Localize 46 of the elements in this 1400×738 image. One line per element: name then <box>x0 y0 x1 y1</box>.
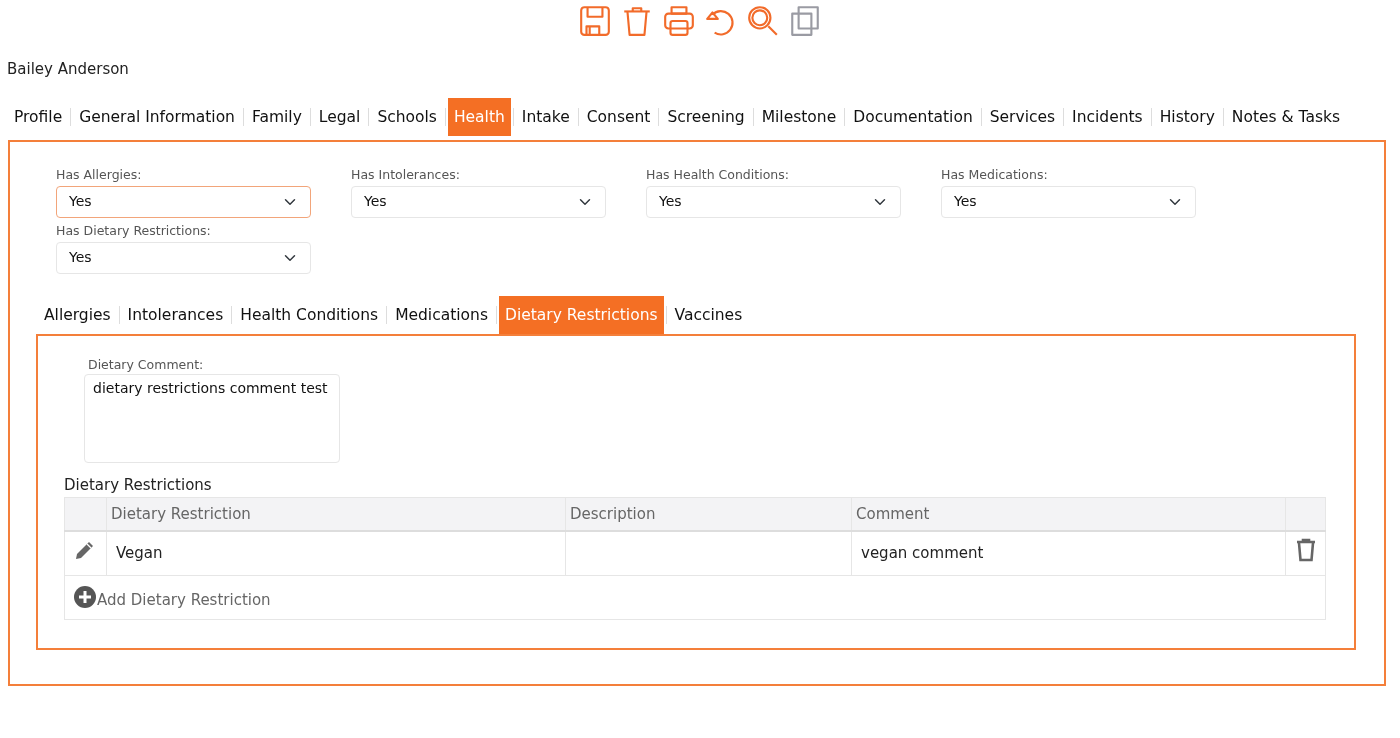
dropdown[interactable]: Yes <box>941 185 1196 218</box>
dropdown[interactable]: Yes <box>351 185 606 218</box>
dropdown[interactable]: Yes <box>646 185 901 218</box>
dropdown[interactable]: Yes <box>56 185 311 218</box>
tab[interactable]: Notes & Tasks <box>1225 98 1347 136</box>
tab[interactable]: History <box>1153 98 1221 136</box>
tab[interactable]: Vaccines <box>668 295 749 334</box>
tab[interactable]: Profile <box>8 98 69 136</box>
person-name: Bailey Anderson <box>6 59 130 80</box>
tab[interactable]: Legal <box>312 98 367 136</box>
save-icon <box>578 4 612 38</box>
tab[interactable]: Health Conditions <box>234 295 385 334</box>
column-header: Dietary Restriction <box>106 497 566 532</box>
copy-icon <box>788 4 822 38</box>
tab[interactable]: Family <box>245 98 308 136</box>
tab[interactable]: Services <box>983 98 1062 136</box>
table-cell: vegan comment <box>851 531 1286 576</box>
tab[interactable]: Allergies <box>38 295 117 334</box>
table-title: Dietary Restrictions <box>64 475 213 497</box>
tab[interactable]: General Information <box>73 98 241 136</box>
tab[interactable]: Intake <box>515 98 576 136</box>
tab[interactable]: Schools <box>371 98 443 136</box>
column-header: Comment <box>851 497 1286 532</box>
table-cell: Vegan <box>106 531 566 576</box>
field-label: Has Dietary Restrictions: <box>56 221 212 240</box>
tab[interactable]: Milestone <box>755 98 843 136</box>
dropdown[interactable]: Yes <box>56 241 311 274</box>
plus-circle-icon <box>73 585 97 610</box>
field-label: Has Medications: <box>941 166 1049 184</box>
add-button[interactable]: Add Dietary Restriction <box>73 583 271 612</box>
tab[interactable]: Documentation <box>847 98 979 136</box>
field-label: Has Intolerances: <box>351 166 461 184</box>
search-icon <box>746 4 780 38</box>
delete-row-button[interactable] <box>1294 538 1317 563</box>
printer-icon <box>662 4 696 38</box>
tab[interactable]: Consent <box>580 98 657 136</box>
field-label: Dietary Comment: <box>88 355 205 374</box>
trash-icon <box>1294 538 1317 563</box>
comment-field[interactable]: dietary restrictions comment test <box>84 374 340 464</box>
column-header: Description <box>565 497 852 532</box>
field-label: Has Health Conditions: <box>646 166 790 184</box>
tab[interactable]: Incidents <box>1066 98 1149 136</box>
tab[interactable]: Screening <box>661 98 751 136</box>
field-label: Has Allergies: <box>56 166 143 184</box>
tab[interactable]: Medications <box>389 295 494 334</box>
tab[interactable]: Intolerances <box>121 295 230 334</box>
